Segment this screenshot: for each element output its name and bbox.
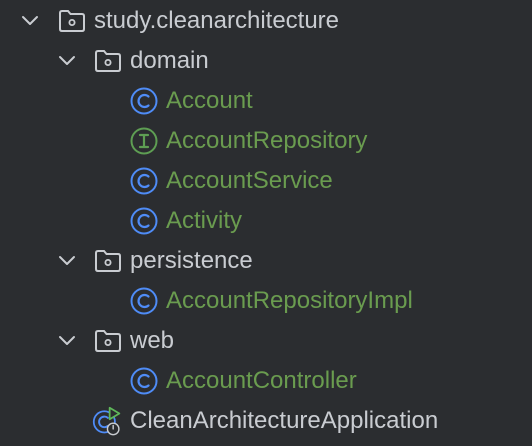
package-folder-icon [95, 50, 121, 72]
tree-item-label: domain [130, 47, 209, 74]
project-tree: study.cleanarchitecture domain Account A… [0, 0, 532, 446]
tree-item-label: AccountRepository [166, 127, 368, 154]
tree-item-label: Account [166, 87, 253, 114]
tree-item-package-persistence[interactable]: persistence [0, 241, 532, 281]
chevron-down-icon[interactable] [57, 51, 77, 71]
tree-item-label: AccountRepositoryImpl [166, 287, 413, 314]
chevron-down-icon[interactable] [20, 11, 40, 31]
package-folder-icon [95, 250, 121, 272]
interface-icon [130, 127, 158, 155]
tree-item-label: Activity [166, 207, 243, 234]
tree-item-label: study.cleanarchitecture [94, 7, 340, 34]
tree-item-class-activity[interactable]: Activity [0, 201, 532, 241]
tree-item-label: persistence [130, 247, 253, 274]
spring-boot-run-class-icon [92, 406, 121, 436]
tree-item-label: CleanArchitectureApplication [130, 407, 439, 434]
tree-item-package-web[interactable]: web [0, 321, 532, 361]
class-icon [130, 367, 158, 395]
tree-item-label: AccountController [166, 367, 357, 394]
tree-item-class-account-controller[interactable]: AccountController [0, 361, 532, 401]
tree-item-spring-boot-application[interactable]: CleanArchitectureApplication [0, 401, 532, 441]
class-icon [130, 287, 158, 315]
chevron-down-icon[interactable] [57, 251, 77, 271]
class-icon [130, 87, 158, 115]
tree-item-class-account[interactable]: Account [0, 81, 532, 121]
chevron-down-icon[interactable] [57, 331, 77, 351]
tree-item-package-domain[interactable]: domain [0, 41, 532, 81]
tree-item-label: AccountService [166, 167, 333, 194]
tree-item-class-account-repository-impl[interactable]: AccountRepositoryImpl [0, 281, 532, 321]
class-icon [130, 167, 158, 195]
tree-item-label: web [130, 327, 175, 354]
tree-item-class-account-service[interactable]: AccountService [0, 161, 532, 201]
tree-item-root-package[interactable]: study.cleanarchitecture [0, 1, 532, 41]
tree-item-interface-account-repository[interactable]: AccountRepository [0, 121, 532, 161]
package-folder-icon [95, 330, 121, 352]
class-icon [130, 207, 158, 235]
package-folder-icon [59, 10, 85, 32]
